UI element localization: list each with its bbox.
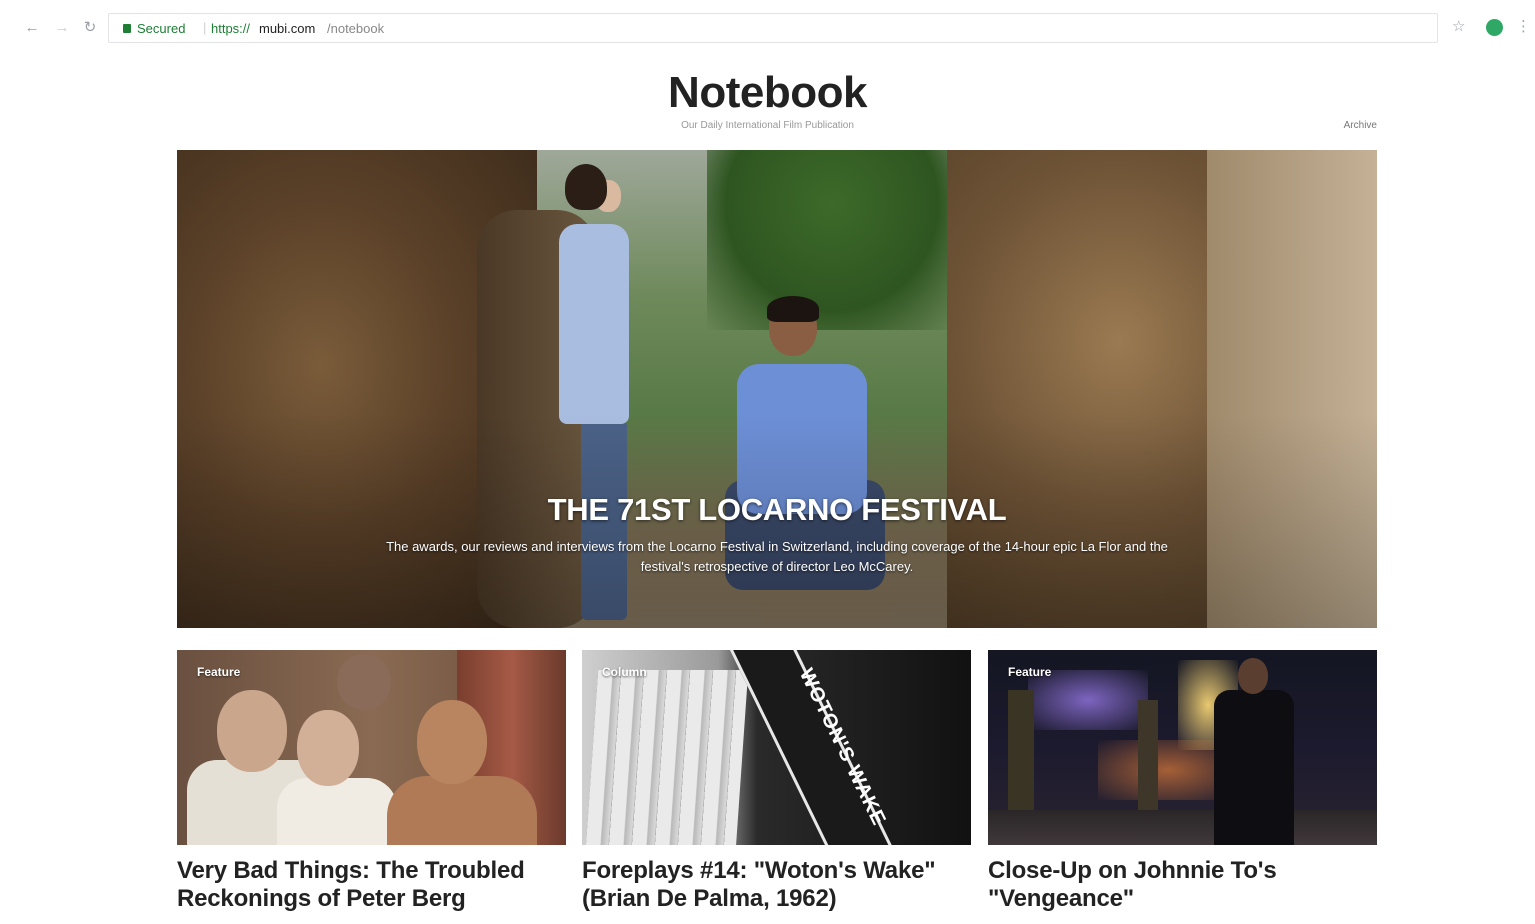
thumbnail-figure <box>387 776 537 845</box>
category-tag: Feature <box>1008 665 1052 679</box>
thumbnail-figure <box>1214 690 1294 845</box>
archive-link[interactable]: Archive <box>1300 120 1377 131</box>
article-card[interactable]: Feature Close-Up on Johnnie To's "Vengea… <box>988 650 1377 921</box>
article-title[interactable]: Foreplays #14: "Woton's Wake" (Brian De … <box>582 857 971 913</box>
article-thumbnail[interactable]: Feature <box>177 650 566 845</box>
thumbnail-figure <box>277 778 397 845</box>
thumbnail-books <box>585 670 749 845</box>
url-scheme: https:// <box>211 21 251 36</box>
article-thumbnail[interactable]: WOTON'S WAKE Column <box>582 650 971 845</box>
hero-feature[interactable]: THE 71ST LOCARNO FESTIVAL The awards, ou… <box>177 150 1377 628</box>
thumbnail-figure <box>297 710 359 786</box>
url-separator: | <box>203 20 207 35</box>
article-title[interactable]: Close-Up on Johnnie To's "Vengeance" <box>988 857 1377 913</box>
bookmark-star-icon[interactable]: ☆ <box>1452 18 1465 36</box>
thumbnail-figure <box>417 700 487 784</box>
hero-title[interactable]: THE 71ST LOCARNO FESTIVAL <box>177 492 1377 528</box>
lock-icon <box>123 24 131 33</box>
thumbnail-street <box>988 810 1377 845</box>
category-tag: Feature <box>197 665 241 679</box>
article-title[interactable]: Very Bad Things: The Troubled Reckonings… <box>177 857 566 913</box>
url-host: mubi.com <box>259 21 316 36</box>
menu-icon[interactable]: ⋮ <box>1516 18 1531 36</box>
thumbnail-light <box>1028 670 1148 730</box>
category-tag: Column <box>602 665 647 679</box>
secure-label: Secured <box>137 21 186 36</box>
thumbnail-figure <box>1238 658 1268 694</box>
address-bar[interactable]: Secured | https:// mubi.com /notebook <box>108 13 1438 43</box>
thumbnail-figure <box>337 654 391 710</box>
browser-toolbar: ← → ↻ Secured | https:// mubi.com /noteb… <box>0 0 1535 52</box>
article-card[interactable]: WOTON'S WAKE Column Foreplays #14: "Woto… <box>582 650 971 921</box>
article-thumbnail[interactable]: Feature <box>988 650 1377 845</box>
site-title[interactable]: Notebook <box>0 68 1535 118</box>
url-path: /notebook <box>327 21 385 36</box>
extension-icon[interactable] <box>1486 19 1503 36</box>
forward-icon[interactable]: → <box>52 18 72 38</box>
reload-icon[interactable]: ↻ <box>80 18 100 38</box>
hero-description: The awards, our reviews and interviews f… <box>386 539 1168 574</box>
article-card[interactable]: Feature Very Bad Things: The Troubled Re… <box>177 650 566 921</box>
back-icon[interactable]: ← <box>22 18 42 38</box>
thumbnail-figure <box>217 690 287 772</box>
